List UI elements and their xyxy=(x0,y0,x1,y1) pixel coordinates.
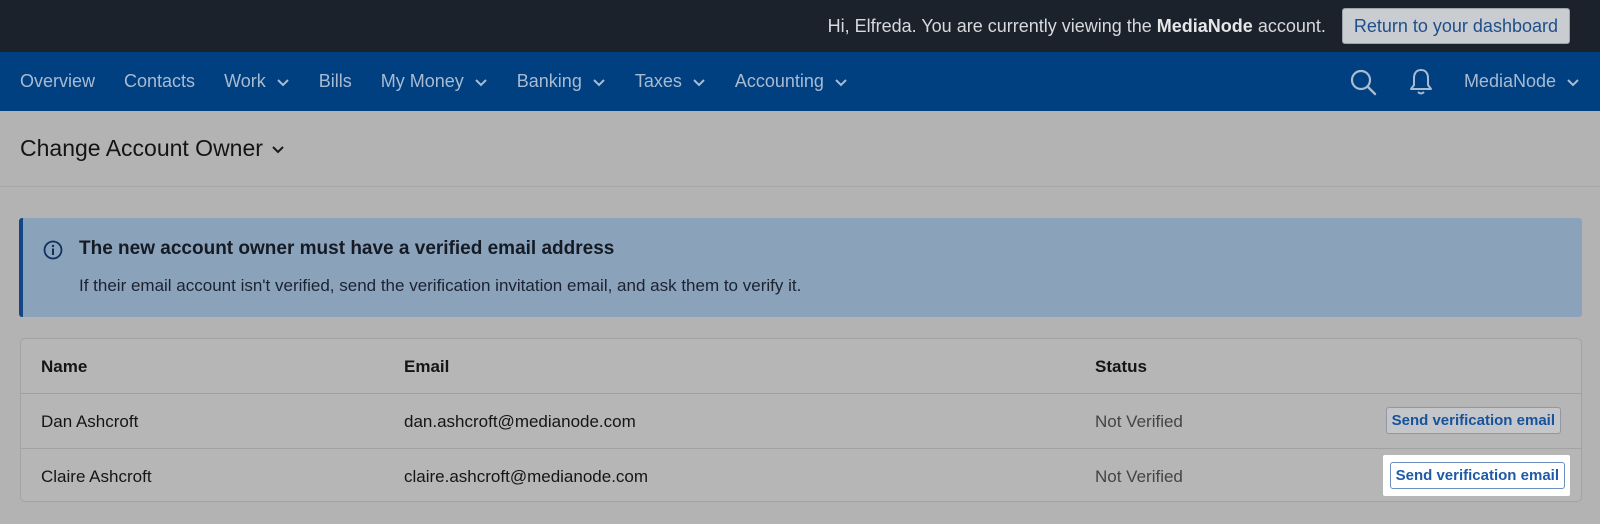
chevron-down-icon[interactable] xyxy=(271,142,285,156)
viewing-account-message: Hi, Elfreda. You are currently viewing t… xyxy=(828,16,1326,37)
return-to-dashboard-button[interactable]: Return to your dashboard xyxy=(1341,8,1570,44)
nav-item-work[interactable]: Work xyxy=(224,71,290,92)
top-bar: Hi, Elfreda. You are currently viewing t… xyxy=(0,0,1600,52)
greeting-prefix: Hi, Elfreda. You are currently viewing t… xyxy=(827,15,1157,36)
user-name: Claire Ashcroft xyxy=(41,466,152,486)
user-email: dan.ashcroft@medianode.com xyxy=(404,411,636,431)
viewed-account-name: MediaNode xyxy=(1156,15,1253,36)
nav-item-banking[interactable]: Banking xyxy=(517,71,606,92)
nav-item-label: Taxes xyxy=(634,71,682,91)
chevron-down-icon xyxy=(1567,78,1579,86)
table-header-row: Name Email Status xyxy=(21,339,1581,394)
nav-item-label: Accounting xyxy=(734,71,824,91)
nav-utilities: MediaNode xyxy=(1320,67,1580,97)
chevron-down-icon xyxy=(693,78,705,86)
nav-item-accounting[interactable]: Accounting xyxy=(735,71,848,92)
column-header-name: Name xyxy=(41,356,88,376)
info-alert: The new account owner must have a verifi… xyxy=(19,218,1582,317)
send-verification-email-button[interactable]: Send verification email xyxy=(1385,407,1561,434)
user-name: Dan Ashcroft xyxy=(41,411,139,431)
main-nav: Overview Contacts Work Bills My Money Ba… xyxy=(0,52,1600,111)
column-header-email: Email xyxy=(404,356,450,376)
send-verification-email-button[interactable]: Send verification email xyxy=(1389,462,1565,489)
nav-item-overview[interactable]: Overview xyxy=(20,71,95,92)
table-row: Dan Ashcroft dan.ashcroft@medianode.com … xyxy=(21,394,1581,449)
verification-status: Not Verified xyxy=(1095,411,1183,431)
users-table: Name Email Status Dan Ashcroft dan.ashcr… xyxy=(20,338,1582,502)
search-icon[interactable] xyxy=(1348,67,1378,97)
chevron-down-icon xyxy=(475,78,487,86)
nav-item-taxes[interactable]: Taxes xyxy=(635,71,706,92)
nav-item-label: Work xyxy=(224,71,266,91)
nav-item-label: Bills xyxy=(318,71,352,91)
chevron-down-icon xyxy=(835,78,847,86)
page-header: Change Account Owner xyxy=(0,111,1600,187)
column-header-status: Status xyxy=(1095,356,1147,376)
bell-icon[interactable] xyxy=(1406,67,1436,97)
user-email: claire.ashcroft@medianode.com xyxy=(404,466,649,486)
chevron-down-icon xyxy=(593,78,605,86)
nav-item-label: My Money xyxy=(380,71,464,91)
nav-item-bills[interactable]: Bills xyxy=(319,71,352,92)
account-switcher-label: MediaNode xyxy=(1463,71,1556,91)
verification-status: Not Verified xyxy=(1095,466,1183,486)
account-switcher[interactable]: MediaNode xyxy=(1464,71,1580,92)
nav-item-label: Contacts xyxy=(124,71,196,91)
alert-body: If their email account isn't verified, s… xyxy=(79,276,802,295)
nav-menu: Overview Contacts Work Bills My Money Ba… xyxy=(20,71,877,92)
page-title: Change Account Owner xyxy=(20,135,263,161)
info-icon xyxy=(43,240,63,260)
nav-item-contacts[interactable]: Contacts xyxy=(124,71,195,92)
nav-item-label: Overview xyxy=(20,71,96,91)
highlighted-action: Send verification email xyxy=(1383,455,1570,496)
chevron-down-icon xyxy=(277,78,289,86)
alert-title: The new account owner must have a verifi… xyxy=(79,238,615,259)
nav-item-label: Banking xyxy=(516,71,582,91)
nav-item-my-money[interactable]: My Money xyxy=(381,71,488,92)
greeting-suffix: account. xyxy=(1252,15,1326,36)
table-row: Claire Ashcroft claire.ashcroft@medianod… xyxy=(21,449,1581,504)
